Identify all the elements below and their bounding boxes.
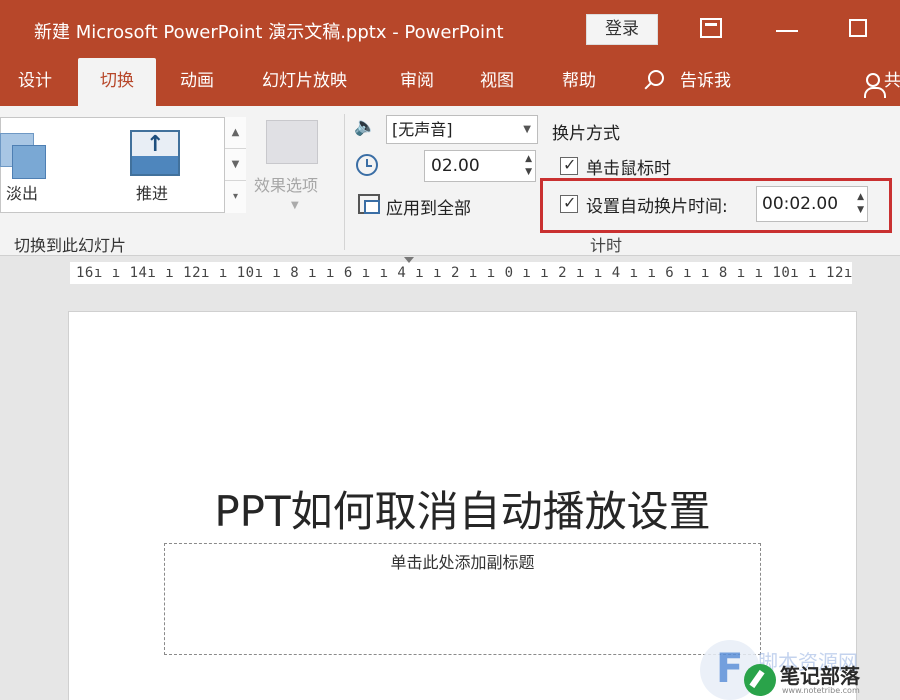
push-transition-icon[interactable]	[130, 130, 180, 176]
share-person-icon[interactable]	[864, 73, 886, 98]
search-icon	[648, 70, 664, 86]
minimize-icon[interactable]	[776, 30, 798, 32]
chevron-down-icon[interactable]: ▼	[523, 116, 531, 143]
gallery-scroll-up-icon[interactable]: ▲	[225, 117, 246, 149]
duration-spinner-icon[interactable]: ▲ ▼	[525, 153, 532, 179]
auto-advance-time-value: 00:02.00	[762, 194, 839, 214]
tell-me-search[interactable]: 告诉我	[680, 58, 731, 106]
gallery-scroll-down-icon[interactable]: ▼	[225, 149, 246, 181]
fade-transition-icon[interactable]	[0, 133, 48, 179]
watermark-title: 笔记部落	[780, 664, 860, 688]
tab-animations[interactable]: 动画	[180, 58, 214, 106]
auto-advance-checkbox[interactable]	[560, 193, 578, 213]
horizontal-ruler: 16ı ı 14ı ı 12ı ı 10ı ı 8 ı ı 6 ı ı 4 ı …	[70, 262, 852, 284]
effect-options-caret-icon[interactable]: ▼	[291, 200, 299, 211]
effect-options-icon[interactable]	[266, 120, 318, 164]
duration-input[interactable]: 02.00 ▲ ▼	[424, 150, 536, 182]
tab-transitions[interactable]: 切换	[78, 58, 156, 106]
apply-to-all-button[interactable]: 应用到全部	[386, 194, 471, 219]
sound-select-value: [无声音]	[392, 120, 453, 139]
push-transition-label[interactable]: 推进	[136, 180, 168, 204]
tab-view[interactable]: 视图	[480, 58, 514, 106]
ribbon-tabs: 设计 切换 动画 幻灯片放映 审阅 视图 帮助 告诉我 共	[0, 58, 900, 106]
maximize-icon[interactable]	[849, 19, 867, 37]
watermark-pen-icon	[744, 664, 776, 696]
gallery-expand-icon[interactable]: ▾	[225, 181, 246, 213]
window-title: 新建 Microsoft PowerPoint 演示文稿.pptx - Powe…	[34, 22, 504, 43]
title-bar: 新建 Microsoft PowerPoint 演示文稿.pptx - Powe…	[0, 0, 900, 58]
slide-title[interactable]: PPT如何取消自动播放设置	[0, 478, 900, 539]
group-separator	[344, 114, 345, 250]
tab-review[interactable]: 审阅	[400, 58, 434, 106]
watermark-url: www.notetribe.com	[782, 686, 860, 695]
on-mouse-click-label[interactable]: 单击鼠标时	[586, 154, 671, 179]
tab-design[interactable]: 设计	[18, 58, 52, 106]
duration-value: 02.00	[431, 156, 480, 176]
clock-icon	[356, 154, 378, 176]
apply-to-all-icon[interactable]	[358, 194, 380, 214]
ribbon-display-options-icon[interactable]	[700, 18, 722, 38]
on-mouse-click-checkbox[interactable]	[560, 155, 578, 175]
effect-options-label[interactable]: 效果选项	[254, 172, 318, 196]
gallery-scrollbar[interactable]: ▲ ▼ ▾	[224, 117, 246, 213]
share-button-label[interactable]: 共	[884, 58, 900, 106]
timing-group-label: 计时	[590, 236, 623, 255]
ruler-indent-marker[interactable]	[404, 257, 414, 265]
auto-advance-spinner-icon[interactable]: ▲ ▼	[857, 191, 864, 217]
login-button[interactable]: 登录	[586, 14, 658, 45]
subtitle-placeholder-text[interactable]: 单击此处添加副标题	[164, 549, 761, 573]
auto-advance-time-input[interactable]: 00:02.00 ▲ ▼	[756, 186, 868, 222]
tab-help[interactable]: 帮助	[562, 58, 596, 106]
sound-select[interactable]: [无声音] ▼	[386, 115, 538, 144]
fade-transition-label[interactable]: 淡出	[6, 180, 38, 204]
sound-icon: 🔈	[354, 116, 377, 137]
auto-advance-label[interactable]: 设置自动换片时间:	[586, 192, 728, 217]
advance-slide-title: 换片方式	[552, 124, 620, 144]
transitions-group-label: 切换到此幻灯片	[14, 236, 127, 255]
tab-slideshow[interactable]: 幻灯片放映	[262, 58, 347, 106]
